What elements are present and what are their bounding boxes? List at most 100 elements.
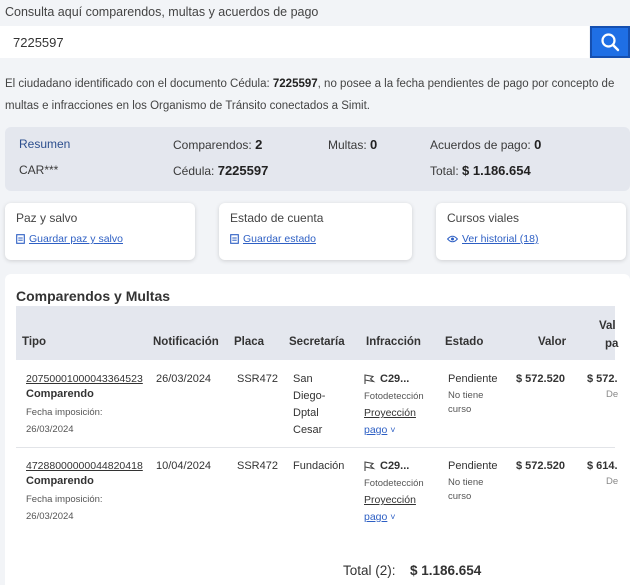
row-divider bbox=[16, 447, 615, 448]
total-summary: Total: $ 1.186.654 bbox=[430, 163, 531, 178]
notificacion-date: 10/04/2024 bbox=[156, 460, 212, 472]
placa: SSR472 bbox=[237, 460, 278, 472]
multas-count: Multas: 0 bbox=[328, 137, 377, 152]
secretaria-3: Dptal bbox=[293, 407, 319, 419]
guardar-paz-y-salvo-link[interactable]: Guardar paz y salvo bbox=[16, 233, 123, 245]
valor-pagar: $ 614. bbox=[587, 460, 618, 472]
cedula-label: Cédula: bbox=[173, 164, 215, 178]
valor: $ 572.520 bbox=[516, 373, 565, 385]
chevron-down-icon: ˅ bbox=[390, 512, 396, 522]
panel-title: Comparendos y Multas bbox=[16, 288, 171, 304]
curso-1: No tiene bbox=[448, 390, 484, 401]
notificacion-date: 26/03/2024 bbox=[156, 373, 212, 385]
header-valor-pagar-2: pa bbox=[605, 338, 619, 350]
header-valor-pagar-1: Val bbox=[599, 320, 616, 332]
secretaria-1: San bbox=[293, 373, 313, 385]
row-type: Comparendo bbox=[26, 388, 94, 400]
chevron-down-icon: ˅ bbox=[390, 425, 396, 435]
comparendos-label: Comparendos: bbox=[173, 138, 252, 152]
acuerdos-value: 0 bbox=[534, 137, 542, 152]
secretaria-4: Cesar bbox=[293, 424, 323, 436]
header-tipo: Tipo bbox=[22, 336, 47, 348]
card-estado-de-cuenta: Estado de cuenta Guardar estado bbox=[219, 203, 412, 260]
card-cursos-viales: Cursos viales Ver historial (18) bbox=[436, 203, 626, 260]
infraccion-code-text: C29... bbox=[380, 373, 410, 385]
header-infraccion: Infracción bbox=[366, 336, 421, 348]
proyeccion-pago-link[interactable]: Proyección bbox=[364, 494, 416, 506]
extra-text: De bbox=[606, 389, 619, 400]
table-total-value: $ 1.186.654 bbox=[410, 563, 482, 578]
fecha-value: 26/03/2024 bbox=[26, 511, 74, 522]
notice-doc-label: Cédula: bbox=[230, 78, 270, 90]
fecha-value: 26/03/2024 bbox=[26, 424, 74, 435]
search-bar bbox=[0, 26, 630, 58]
result-notice: El ciudadano identificado con el documen… bbox=[5, 73, 625, 117]
citizen-name: CAR*** bbox=[19, 163, 59, 177]
eye-icon bbox=[447, 235, 458, 243]
card-link-label: Ver historial (18) bbox=[462, 233, 539, 245]
search-label: Consulta aquí comparendos, multas y acue… bbox=[5, 5, 319, 19]
proyeccion-pago-link-2[interactable]: pago bbox=[364, 424, 387, 436]
proyeccion-pago-link[interactable]: Proyección bbox=[364, 407, 416, 419]
fecha-label: Fecha imposición: bbox=[26, 407, 103, 418]
multas-label: Multas: bbox=[328, 138, 367, 152]
card-title: Cursos viales bbox=[447, 211, 520, 225]
cedula-value: 7225597 bbox=[217, 163, 269, 178]
infraccion-source: Fotodetección bbox=[364, 478, 424, 489]
search-icon bbox=[601, 33, 620, 52]
secretaria-2: Diego- bbox=[293, 390, 326, 402]
proyeccion-pago-toggle[interactable]: pago ˅ bbox=[364, 424, 396, 436]
comparendos-value: 2 bbox=[255, 137, 263, 152]
cedula-summary: Cédula: 7225597 bbox=[173, 163, 268, 178]
resumen-label: Resumen bbox=[19, 137, 71, 151]
card-link-label: Guardar estado bbox=[243, 233, 316, 245]
extra-text: De bbox=[606, 476, 619, 487]
curso-2: curso bbox=[448, 491, 472, 502]
header-secretaria: Secretaría bbox=[289, 336, 345, 348]
total-value: $ 1.186.654 bbox=[462, 163, 531, 178]
header-valor: Valor bbox=[538, 336, 567, 348]
acuerdos-label: Acuerdos de pago: bbox=[430, 138, 531, 152]
notice-doc-number: 7225597 bbox=[272, 78, 318, 90]
estado: Pendiente bbox=[448, 373, 498, 385]
document-icon bbox=[230, 234, 239, 244]
table-row: 20750001000043364523 Comparendo Fecha im… bbox=[16, 370, 619, 446]
card-link-label: Guardar paz y salvo bbox=[29, 233, 123, 245]
card-title: Estado de cuenta bbox=[230, 211, 324, 225]
card-paz-y-salvo: Paz y salvo Guardar paz y salvo bbox=[5, 203, 195, 260]
header-estado: Estado bbox=[445, 336, 484, 348]
comparendo-number-link[interactable]: 47288000000044820418 bbox=[26, 460, 143, 472]
ver-historial-link[interactable]: Ver historial (18) bbox=[447, 233, 538, 245]
guardar-estado-link[interactable]: Guardar estado bbox=[230, 233, 316, 245]
header-notificacion: Notificación bbox=[153, 336, 219, 348]
valor: $ 572.520 bbox=[516, 460, 565, 472]
curso-1: No tiene bbox=[448, 477, 484, 488]
document-icon bbox=[16, 234, 25, 244]
acuerdos-count: Acuerdos de pago: 0 bbox=[430, 137, 541, 152]
row-type: Comparendo bbox=[26, 475, 94, 487]
notice-text-1: El ciudadano identificado con el documen… bbox=[5, 78, 231, 90]
secretaria-1: Fundación bbox=[293, 460, 345, 472]
search-input[interactable] bbox=[0, 26, 589, 58]
multas-value: 0 bbox=[370, 137, 378, 152]
proyeccion-pago-toggle[interactable]: pago ˅ bbox=[364, 511, 396, 523]
comparendo-number-link[interactable]: 20750001000043364523 bbox=[26, 373, 143, 385]
camera-flag-icon bbox=[364, 373, 376, 384]
camera-flag-icon bbox=[364, 460, 376, 471]
infraccion-source: Fotodetección bbox=[364, 391, 424, 402]
header-placa: Placa bbox=[234, 336, 265, 348]
table-header: Tipo Notificación Placa Secretaría Infra… bbox=[16, 306, 619, 360]
infraccion-code-text: C29... bbox=[380, 460, 410, 472]
table-row: 47288000000044820418 Comparendo Fecha im… bbox=[16, 457, 619, 533]
comparendos-panel: Comparendos y Multas Tipo Notificación P… bbox=[5, 274, 630, 585]
curso-2: curso bbox=[448, 404, 472, 415]
total-label: Total: bbox=[430, 164, 459, 178]
proyeccion-pago-link-2[interactable]: pago bbox=[364, 511, 387, 523]
summary-panel: Resumen CAR*** Comparendos: 2 Cédula: 72… bbox=[5, 127, 630, 191]
fecha-label: Fecha imposición: bbox=[26, 494, 103, 505]
comparendos-count: Comparendos: 2 bbox=[173, 137, 262, 152]
infraccion-code: C29... bbox=[364, 460, 409, 472]
valor-pagar: $ 572. bbox=[587, 373, 618, 385]
search-button[interactable] bbox=[590, 26, 630, 58]
card-title: Paz y salvo bbox=[16, 211, 78, 225]
